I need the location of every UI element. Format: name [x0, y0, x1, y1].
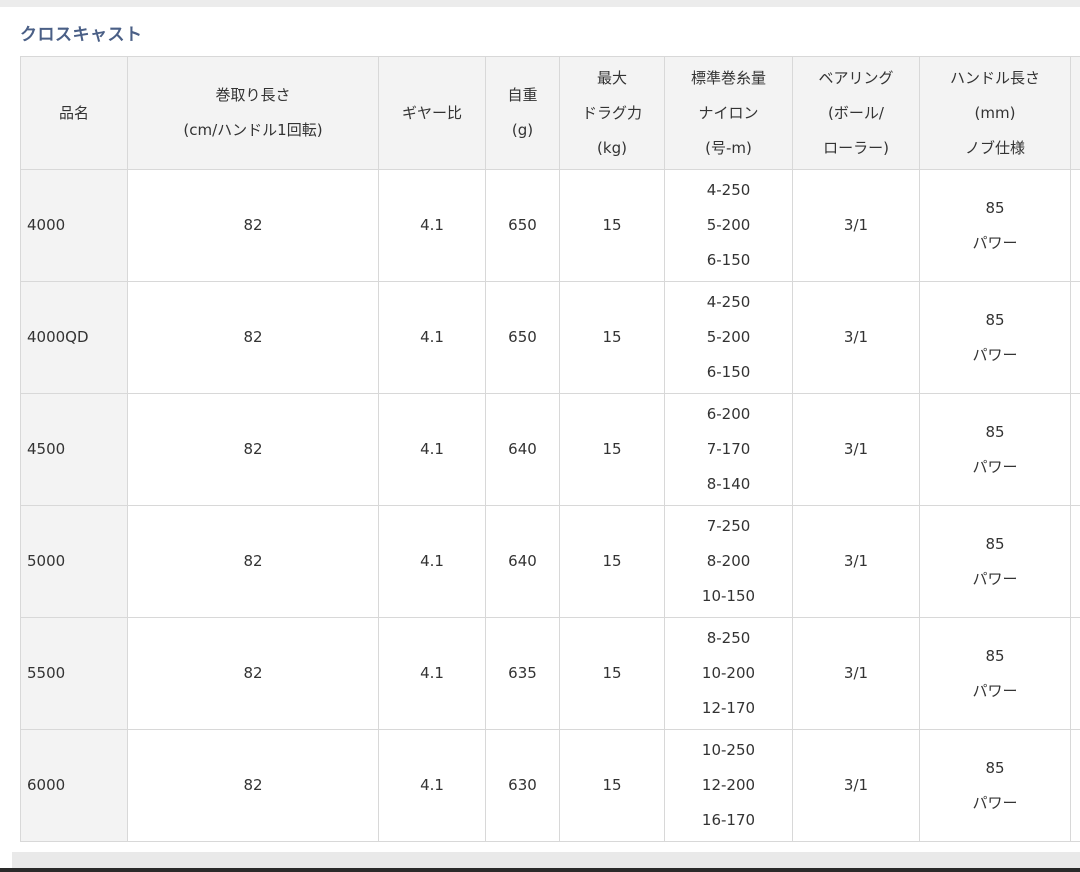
cell-line-capacity: 8-250 10-200 12-170	[664, 617, 793, 730]
cell-weight: 630	[485, 729, 560, 842]
cell-line-capacity: 6-200 7-170 8-140	[664, 393, 793, 506]
cell-bearing: 3/1	[792, 169, 920, 282]
header-gear: ギヤー比	[378, 56, 486, 170]
cell-retrieve: 82	[127, 393, 379, 506]
cell-extra	[1070, 169, 1080, 282]
cell-retrieve: 82	[127, 505, 379, 618]
cell-handle: 85 パワー	[919, 505, 1071, 618]
cell-retrieve: 82	[127, 617, 379, 730]
cell-extra	[1070, 617, 1080, 730]
cell-gear: 4.1	[378, 505, 486, 618]
cell-extra	[1070, 393, 1080, 506]
cell-bearing: 3/1	[792, 617, 920, 730]
cell-drag: 15	[559, 393, 665, 506]
table-row: 4000QD 82 4.1 650 15 4-250 5-200 6-150 3/1…	[20, 281, 1080, 394]
table-row: 4000 82 4.1 650 15 4-250 5-200 6-150 3/1 8…	[20, 169, 1080, 282]
cell-drag: 15	[559, 729, 665, 842]
footer-edge	[0, 868, 1080, 872]
cell-extra	[1070, 505, 1080, 618]
cell-gear: 4.1	[378, 169, 486, 282]
cell-bearing: 3/1	[792, 729, 920, 842]
cell-weight: 650	[485, 281, 560, 394]
cell-drag: 15	[559, 281, 665, 394]
table-row: 5000 82 4.1 640 15 7-250 8-200 10-150 3/1 …	[20, 505, 1080, 618]
cell-line-capacity: 4-250 5-200 6-150	[664, 281, 793, 394]
header-name: 品名	[20, 56, 128, 170]
header-bearing: ベアリング (ボール/ローラー)	[792, 56, 920, 170]
cell-name: 5500	[20, 617, 128, 730]
cell-bearing: 3/1	[792, 281, 920, 394]
cell-gear: 4.1	[378, 393, 486, 506]
cell-handle: 85 パワー	[919, 281, 1071, 394]
cell-retrieve: 82	[127, 729, 379, 842]
top-strip	[0, 0, 1080, 7]
table-row: 4500 82 4.1 640 15 6-200 7-170 8-140 3/1 8…	[20, 393, 1080, 506]
cell-name: 6000	[20, 729, 128, 842]
cell-gear: 4.1	[378, 281, 486, 394]
cell-retrieve: 82	[127, 169, 379, 282]
header-handle: ハンドル長さ (mm) ノブ仕様	[919, 56, 1071, 170]
cell-name: 4000QD	[20, 281, 128, 394]
cell-line-capacity: 7-250 8-200 10-150	[664, 505, 793, 618]
cell-name: 5000	[20, 505, 128, 618]
cell-handle: 85 パワー	[919, 393, 1071, 506]
cell-handle: 85 パワー	[919, 617, 1071, 730]
footer-band	[12, 852, 1080, 868]
cell-drag: 15	[559, 169, 665, 282]
cell-weight: 650	[485, 169, 560, 282]
cell-name: 4500	[20, 393, 128, 506]
cell-drag: 15	[559, 617, 665, 730]
cell-bearing: 3/1	[792, 505, 920, 618]
cell-weight: 640	[485, 393, 560, 506]
header-retrieve: 巻取り長さ (cm/ハンドル1回転)	[127, 56, 379, 170]
page-title: クロスキャスト	[20, 25, 143, 45]
cell-drag: 15	[559, 505, 665, 618]
cell-line-capacity: 4-250 5-200 6-150	[664, 169, 793, 282]
cell-gear: 4.1	[378, 617, 486, 730]
cell-handle: 85 パワー	[919, 729, 1071, 842]
cell-name: 4000	[20, 169, 128, 282]
table-row: 5500 82 4.1 635 15 8-250 10-200 12-170 3/1…	[20, 617, 1080, 730]
cell-extra	[1070, 281, 1080, 394]
header-row: 品名 巻取り長さ (cm/ハンドル1回転) ギヤー比 自重 (g) 最大 ドラグ力 (k…	[20, 56, 1080, 170]
spec-table: 品名 巻取り長さ (cm/ハンドル1回転) ギヤー比 自重 (g) 最大 ドラグ力 (k…	[20, 56, 1080, 842]
cell-line-capacity: 10-250 12-200 16-170	[664, 729, 793, 842]
table-row: 6000 82 4.1 630 15 10-250 12-200 16-170 3/…	[20, 729, 1080, 842]
cell-weight: 635	[485, 617, 560, 730]
cell-weight: 640	[485, 505, 560, 618]
cell-handle: 85 パワー	[919, 169, 1071, 282]
header-line-capacity: 標準巻糸量 ナイロン (号-m)	[664, 56, 793, 170]
header-weight: 自重 (g)	[485, 56, 560, 170]
cell-bearing: 3/1	[792, 393, 920, 506]
header-extra	[1070, 56, 1080, 170]
cell-extra	[1070, 729, 1080, 842]
header-drag: 最大 ドラグ力 (kg)	[559, 56, 665, 170]
cell-gear: 4.1	[378, 729, 486, 842]
cell-retrieve: 82	[127, 281, 379, 394]
